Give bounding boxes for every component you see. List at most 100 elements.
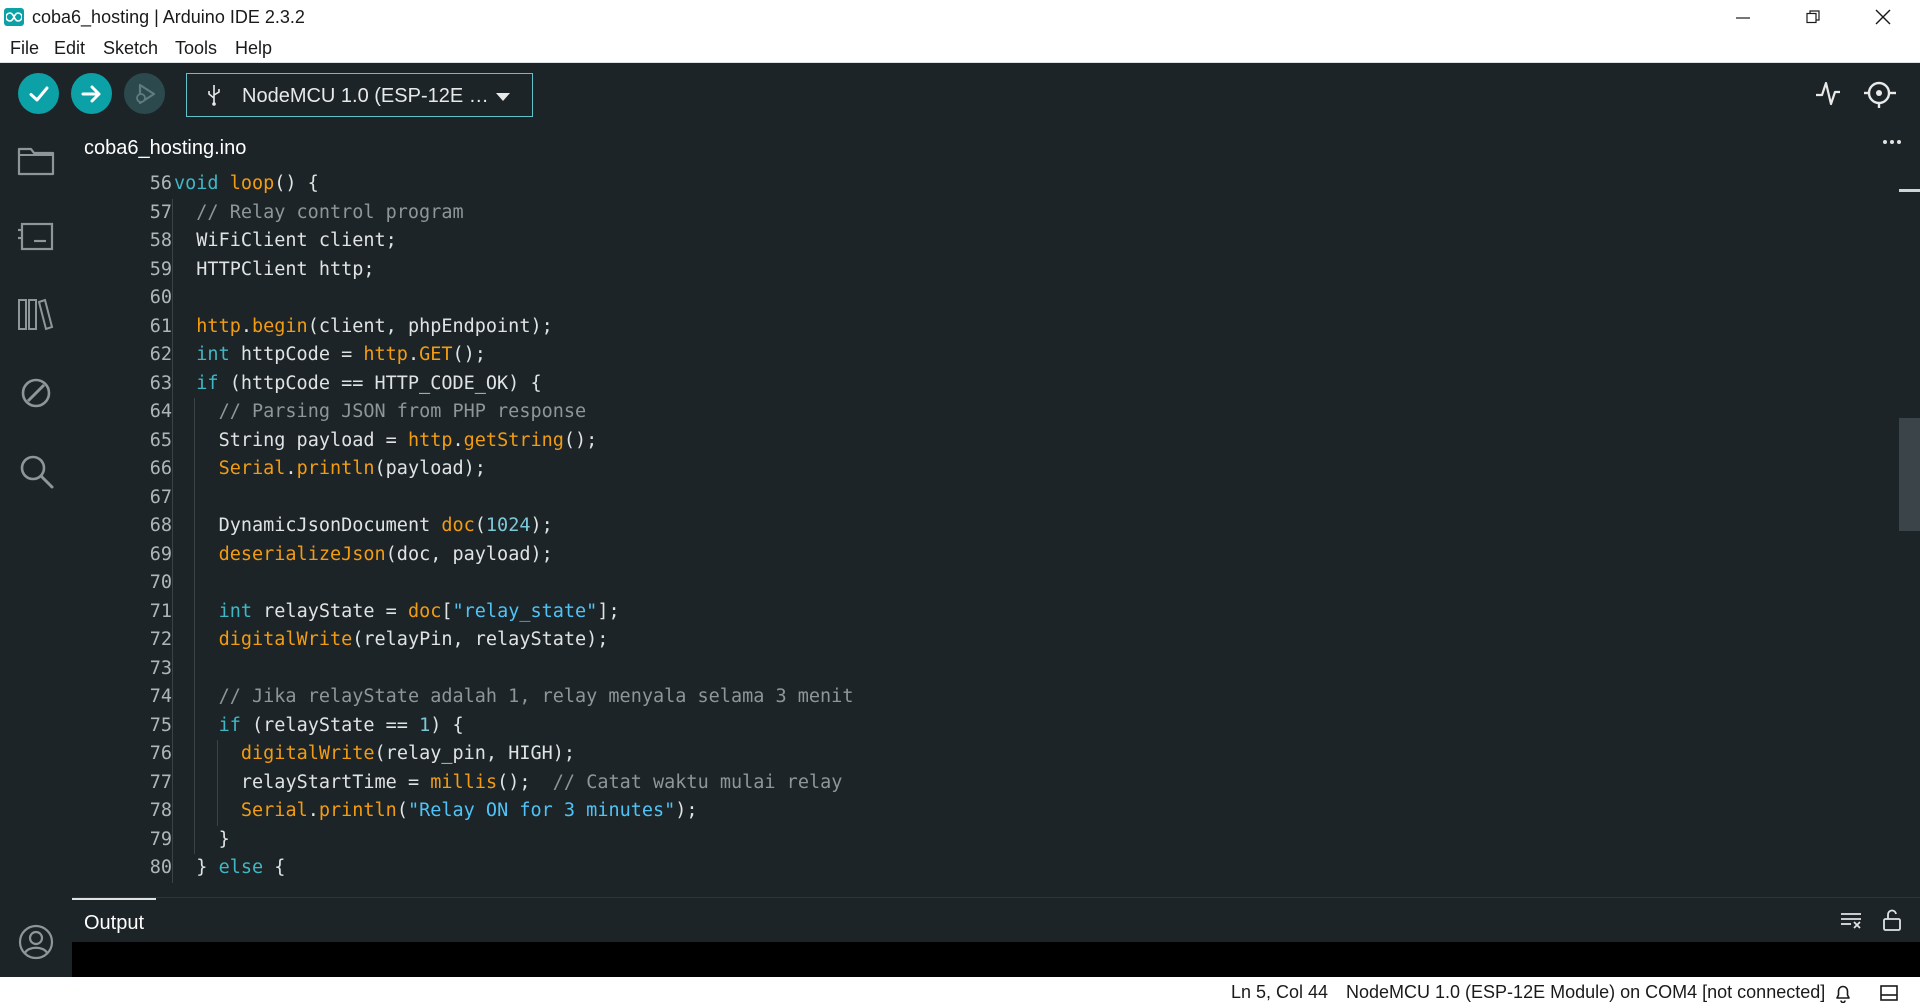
menu-sketch[interactable]: Sketch: [103, 38, 158, 59]
code-line: deserializeJson(doc, payload);: [219, 541, 553, 570]
title-bar: coba6_hosting | Arduino IDE 2.3.2: [0, 0, 1920, 34]
line-number: 61: [149, 315, 172, 337]
code-token: (payload);: [374, 458, 486, 479]
menu-bar: File Edit Sketch Tools Help: [0, 34, 1920, 63]
code-token: httpCode =: [229, 344, 364, 365]
indent-guide: [194, 398, 196, 854]
code-line: // Relay control program: [196, 199, 463, 228]
line-number: 68: [149, 515, 172, 536]
output-header: Output: [72, 897, 1920, 942]
line-number: 60: [149, 287, 172, 308]
code-token: digitalWrite: [240, 743, 375, 764]
code-token: // Catat waktu mulai relay: [552, 771, 843, 793]
toggle-panel-icon[interactable]: [1880, 985, 1898, 1001]
code-line: http.begin(client, phpEndpoint);: [196, 313, 552, 342]
usb-icon: [208, 85, 220, 106]
line-number: 69: [149, 543, 172, 565]
code-line: void loop() {: [174, 170, 319, 199]
code-token: (client, phpEndpoint);: [307, 315, 553, 337]
menu-tools[interactable]: Tools: [175, 38, 217, 59]
vertical-scrollbar[interactable]: [1827, 170, 1848, 897]
minimize-button[interactable]: [1720, 0, 1766, 34]
code-line: }: [219, 826, 230, 855]
verify-button[interactable]: [18, 73, 59, 114]
code-token: if: [196, 372, 219, 394]
code-token: int: [196, 344, 230, 365]
code-token: println: [318, 800, 397, 821]
code-token: WiFiClient client;: [196, 230, 397, 251]
code-token: .: [285, 458, 297, 479]
code-token: if: [218, 714, 241, 736]
menu-file[interactable]: File: [10, 38, 39, 59]
board-status[interactable]: NodeMCU 1.0 (ESP-12E Module) on COM4 [no…: [1346, 982, 1825, 1003]
pulse-icon[interactable]: [1814, 78, 1842, 108]
restore-button[interactable]: [1790, 0, 1836, 34]
library-icon[interactable]: [16, 294, 56, 334]
line-number: 72: [149, 629, 172, 650]
code-line: Serial.println(payload);: [219, 455, 486, 484]
code-token: (relay_pin, HIGH);: [374, 743, 576, 764]
code-token: (httpCode == HTTP_CODE_OK) {: [218, 372, 542, 394]
serial-monitor-icon[interactable]: [1862, 76, 1900, 110]
code-editor[interactable]: 55 5657585960616263646566676869707172737…: [72, 170, 1899, 897]
output-panel: Output: [72, 897, 1920, 977]
code-token: (: [396, 800, 408, 821]
code-token: HTTPClient http;: [196, 258, 375, 280]
code-token: 1024: [485, 515, 531, 536]
output-console[interactable]: [72, 942, 1920, 977]
code-token: else: [218, 857, 264, 878]
code-line: if (httpCode == HTTP_CODE_OK) {: [196, 370, 541, 399]
menu-edit[interactable]: Edit: [54, 38, 85, 59]
line-number: 79: [149, 828, 172, 850]
code-token: // Parsing JSON from PHP response: [218, 401, 587, 422]
board-manager-icon[interactable]: [16, 216, 56, 256]
code-line: WiFiClient client;: [196, 227, 396, 256]
line-number: 70: [149, 572, 172, 593]
ellipsis-icon[interactable]: [1882, 139, 1902, 145]
code-token: begin: [252, 315, 308, 337]
folder-icon[interactable]: [16, 140, 56, 180]
upload-button[interactable]: [71, 73, 112, 114]
code-token: "relay_state": [452, 600, 598, 622]
code-line: int httpCode = http.GET();: [196, 341, 486, 370]
code-token: (relayState ==: [240, 714, 420, 736]
code-token: }: [218, 828, 230, 850]
code-line: digitalWrite(relayPin, relayState);: [219, 626, 609, 655]
account-icon[interactable]: [16, 922, 56, 962]
line-number: 58: [149, 230, 172, 251]
bell-icon[interactable]: [1834, 983, 1852, 1003]
code-token: (doc, payload);: [385, 543, 553, 565]
code-line: } else {: [196, 854, 285, 883]
code-line: // Parsing JSON from PHP response: [219, 398, 587, 427]
scrollbar-thumb[interactable]: [1899, 418, 1920, 531]
tab-bar: coba6_hosting.ino: [72, 125, 1920, 170]
debug-button[interactable]: [124, 73, 165, 114]
clear-output-icon[interactable]: [1840, 910, 1862, 930]
code-area[interactable]: void loop() {// Relay control program WiF…: [172, 170, 1894, 897]
menu-help[interactable]: Help: [235, 38, 272, 59]
tab-sketch-file[interactable]: coba6_hosting.ino: [72, 125, 259, 170]
line-number: 67: [149, 486, 172, 508]
line-number: 64: [149, 401, 172, 422]
line-number: 59: [149, 258, 172, 280]
debug-disabled-icon[interactable]: [16, 373, 56, 413]
line-number: 62: [149, 344, 172, 365]
arduino-logo-icon: [4, 8, 24, 26]
tab-output[interactable]: Output: [72, 898, 157, 943]
code-token: "Relay ON for 3 minutes": [407, 800, 676, 821]
line-number: 65: [149, 429, 172, 451]
line-number: 63: [149, 372, 172, 394]
status-bar: Ln 5, Col 44 NodeMCU 1.0 (ESP-12E Module…: [0, 977, 1920, 1008]
search-icon[interactable]: [16, 451, 56, 491]
code-token: void: [174, 173, 219, 194]
code-line: String payload = http.getString();: [219, 427, 598, 456]
code-token: );: [675, 800, 698, 821]
cursor-position[interactable]: Ln 5, Col 44: [1231, 982, 1328, 1003]
code-token: Serial: [240, 800, 308, 821]
unlock-icon[interactable]: [1882, 908, 1902, 932]
code-token: ) {: [430, 714, 464, 736]
close-button[interactable]: [1860, 0, 1906, 34]
line-number: 57: [149, 201, 172, 223]
board-selector[interactable]: NodeMCU 1.0 (ESP-12E …: [186, 73, 533, 117]
code-token: }: [196, 857, 219, 878]
